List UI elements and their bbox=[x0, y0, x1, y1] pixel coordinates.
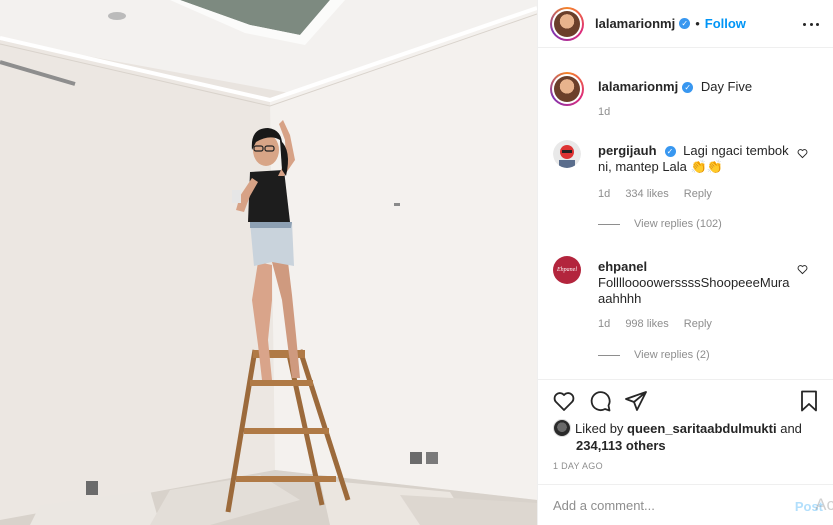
view-replies-line bbox=[598, 354, 620, 356]
caption-avatar[interactable] bbox=[550, 72, 584, 106]
caption-text: lalamarionmj ✓ Day Five bbox=[598, 79, 752, 94]
reply-button[interactable]: Reply bbox=[684, 188, 712, 200]
view-replies-button[interactable]: View replies (102) bbox=[598, 218, 722, 230]
post-date[interactable]: 1 DAY AGO bbox=[553, 461, 603, 471]
reply-button[interactable]: Reply bbox=[684, 318, 712, 330]
comment-body: FolllloooowerssssShoopeeeMuraaahhhh bbox=[598, 275, 790, 306]
view-replies-line bbox=[598, 223, 620, 225]
liked-by-and: and bbox=[780, 421, 802, 436]
comment-likes[interactable]: 998 likes bbox=[625, 318, 668, 330]
post-sidebar: lalamarionmj ✓ • Follow lalamarionmj ✓ Da… bbox=[537, 0, 833, 525]
heart-icon[interactable] bbox=[797, 148, 808, 159]
heart-icon[interactable] bbox=[797, 264, 808, 275]
bookmark-icon[interactable] bbox=[797, 389, 821, 413]
caption: lalamarionmj ✓ Day Five 1d bbox=[538, 58, 833, 140]
heart-icon[interactable] bbox=[552, 389, 576, 413]
ehpanel-logo: Ehpanel bbox=[557, 267, 577, 273]
post-photo-image bbox=[0, 0, 537, 525]
post-button[interactable]: Post bbox=[795, 499, 823, 514]
verified-icon: ✓ bbox=[682, 82, 694, 93]
comments-list[interactable]: lalamarionmj ✓ Day Five 1d pergijauh ✓ Lag… bbox=[538, 58, 833, 380]
more-icon[interactable] bbox=[803, 16, 819, 32]
caption-username[interactable]: lalamarionmj bbox=[598, 79, 678, 94]
view-replies-label: View replies (2) bbox=[634, 349, 710, 361]
comment-avatar[interactable]: Ehpanel bbox=[553, 256, 581, 284]
view-replies-button[interactable]: View replies (2) bbox=[598, 349, 710, 361]
comment-text: pergijauh ✓ Lagi ngaci tembok ni, mantep … bbox=[598, 143, 793, 175]
comment-text: ehpanel FolllloooowerssssShoopeeeMuraaah… bbox=[598, 259, 793, 307]
comment-meta: 1d 334 likes Reply bbox=[598, 188, 724, 200]
comment-avatar[interactable] bbox=[553, 140, 581, 168]
comment: Ehpanel ehpanel FolllloooowerssssShoopee… bbox=[538, 256, 833, 368]
comment-time: 1d bbox=[598, 188, 611, 200]
comment-username[interactable]: pergijauh bbox=[598, 143, 657, 158]
liker-avatar[interactable] bbox=[553, 419, 571, 437]
comment-username[interactable]: ehpanel bbox=[598, 259, 647, 274]
add-comment-bar: Post Ac bbox=[538, 484, 833, 525]
post-photo[interactable] bbox=[0, 0, 537, 525]
liker-username[interactable]: queen_saritaabdulmukti bbox=[627, 421, 777, 436]
post-actions: Liked by queen_saritaabdulmukti and 234,… bbox=[538, 379, 833, 525]
post-header: lalamarionmj ✓ • Follow bbox=[538, 0, 833, 48]
action-icons bbox=[552, 389, 821, 415]
comment-input[interactable] bbox=[553, 498, 773, 513]
author-avatar[interactable] bbox=[550, 6, 584, 41]
comment: pergijauh ✓ Lagi ngaci tembok ni, mantep … bbox=[538, 140, 833, 256]
likes-count[interactable]: 234,113 others bbox=[553, 437, 802, 454]
verified-icon: ✓ bbox=[664, 146, 676, 157]
header-separator: • bbox=[695, 16, 700, 31]
verified-icon: ✓ bbox=[679, 18, 691, 29]
comment-time: 1d bbox=[598, 318, 611, 330]
liked-by-prefix: Liked by bbox=[575, 421, 624, 436]
author-username[interactable]: lalamarionmj bbox=[595, 16, 675, 31]
comment-likes[interactable]: 334 likes bbox=[625, 188, 668, 200]
comment-icon[interactable] bbox=[588, 389, 612, 413]
share-icon[interactable] bbox=[624, 389, 648, 413]
liked-by: Liked by queen_saritaabdulmukti and 234,… bbox=[553, 419, 802, 454]
follow-button[interactable]: Follow bbox=[705, 16, 746, 31]
view-replies-label: View replies (102) bbox=[634, 218, 722, 230]
comment-meta: 1d 998 likes Reply bbox=[598, 318, 724, 330]
caption-time: 1d bbox=[598, 106, 611, 118]
caption-body: Day Five bbox=[700, 79, 753, 94]
